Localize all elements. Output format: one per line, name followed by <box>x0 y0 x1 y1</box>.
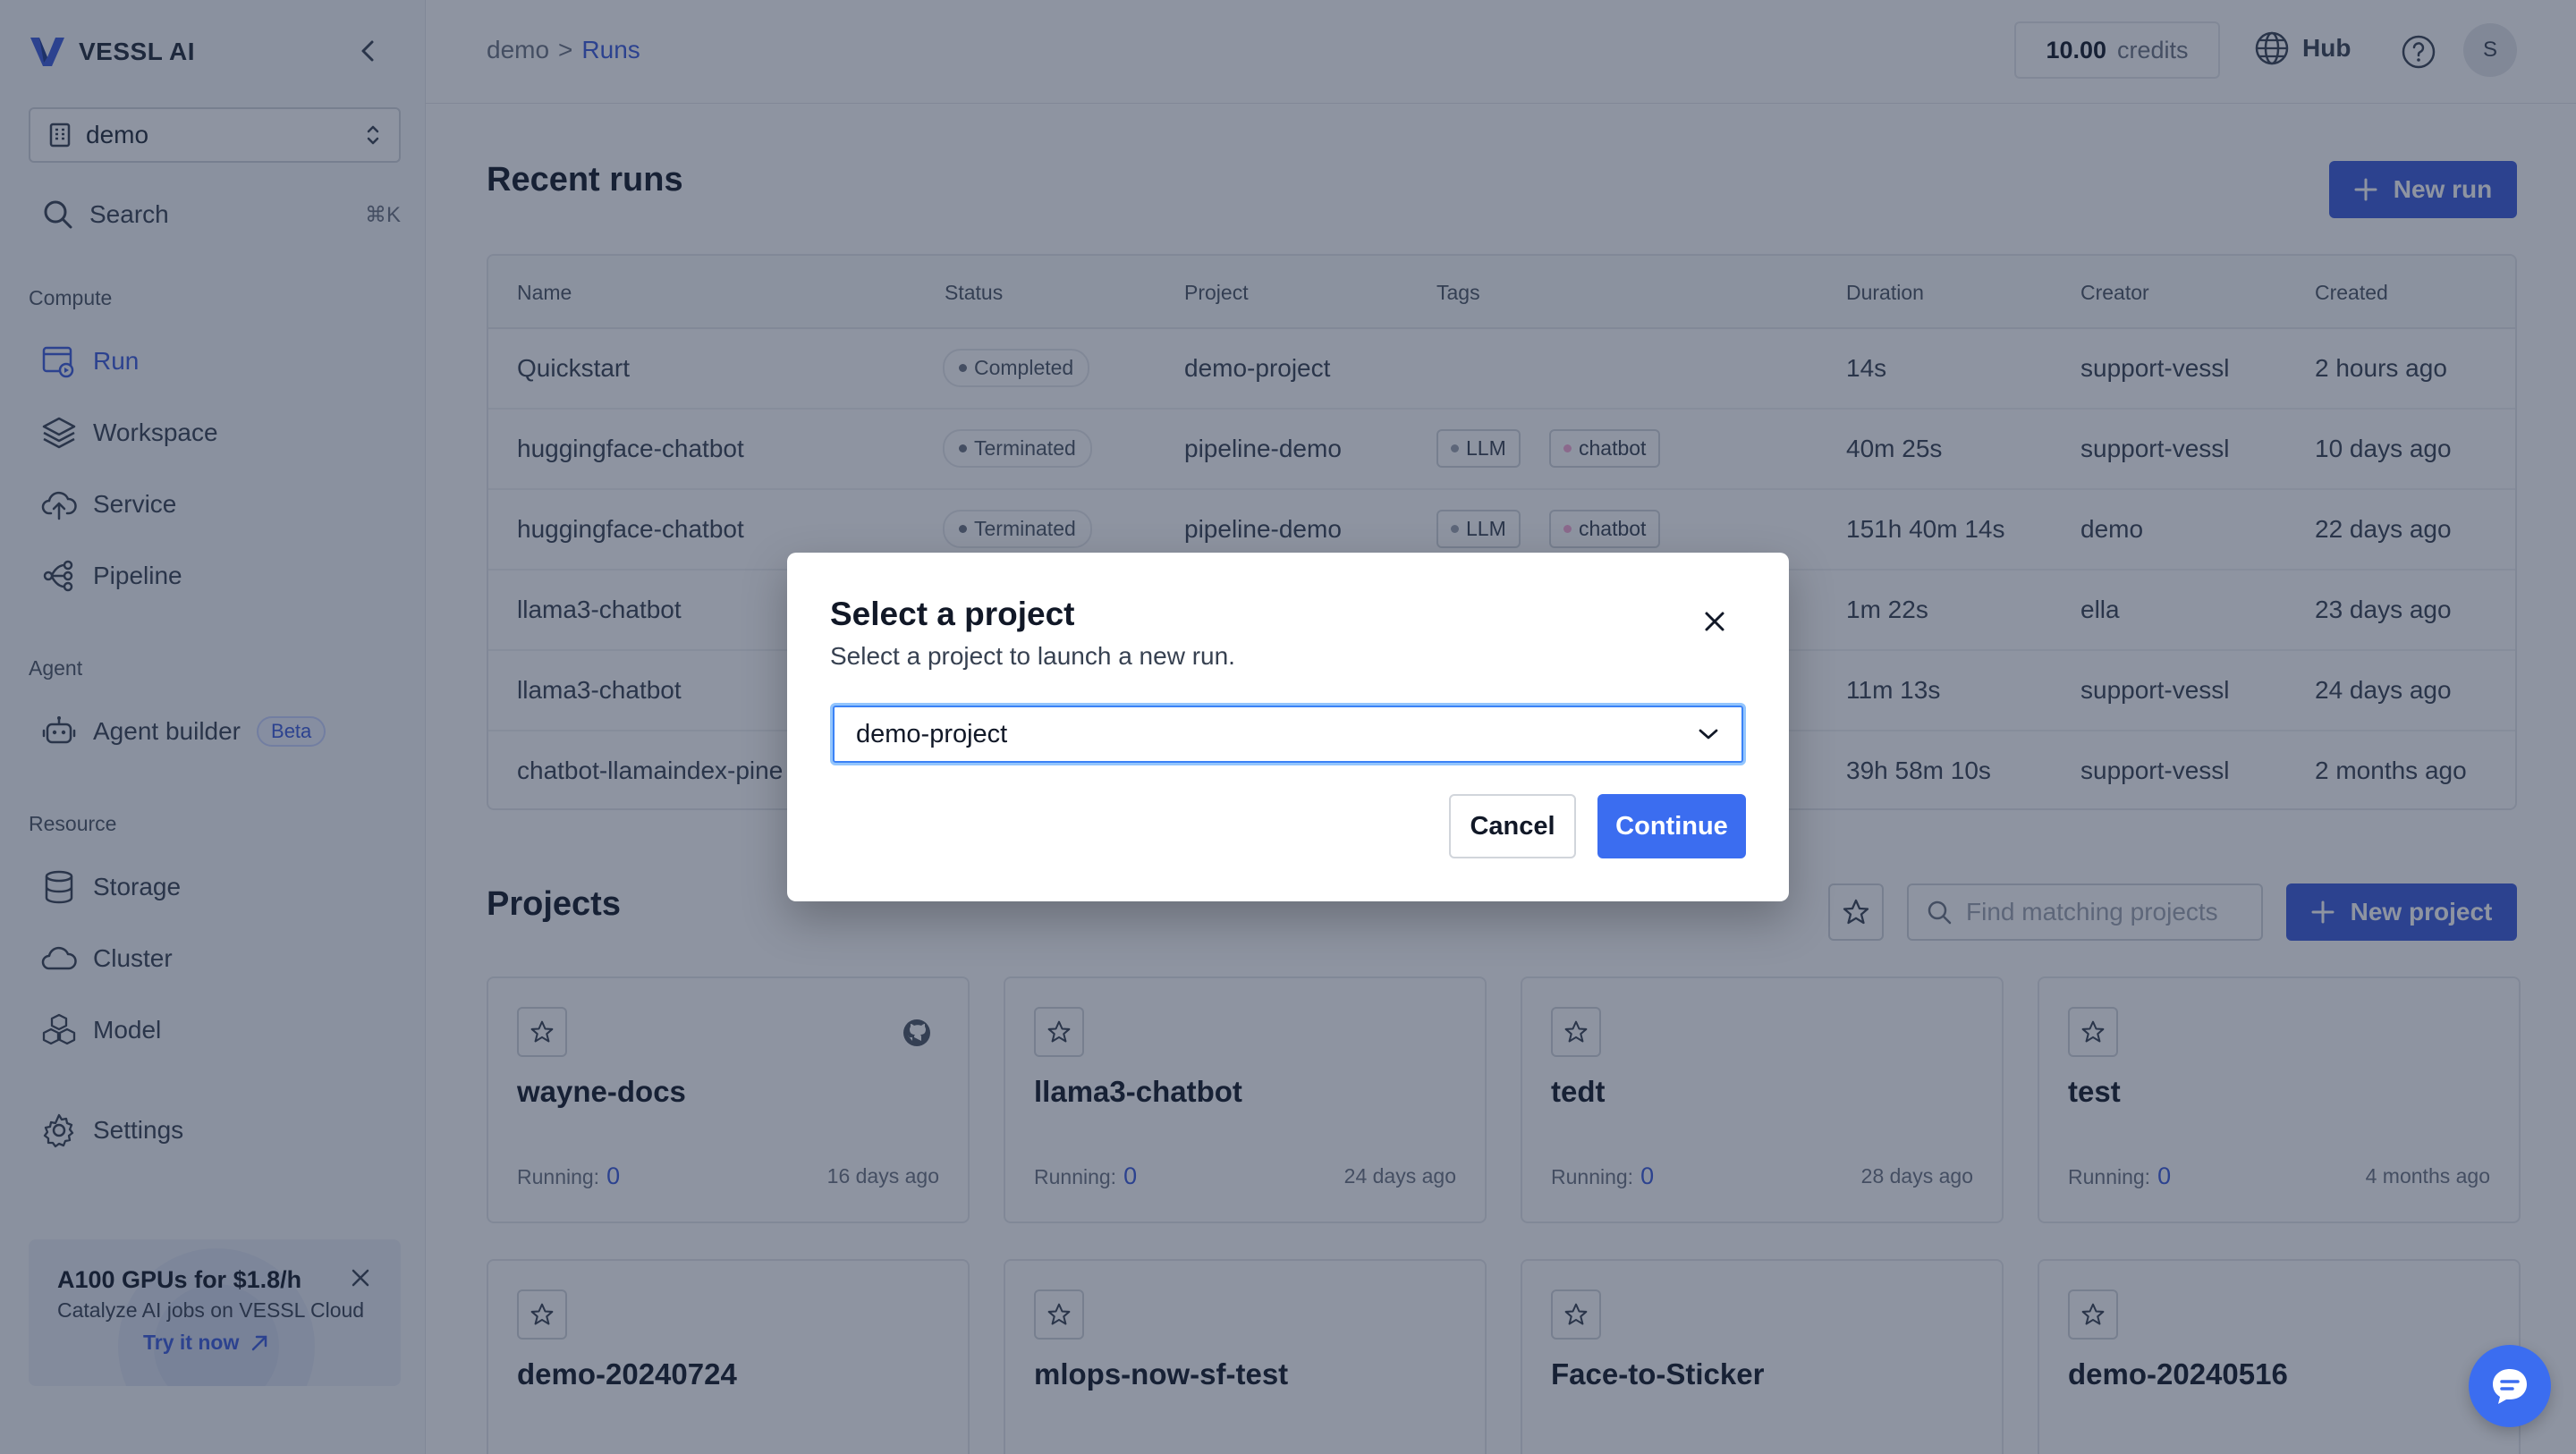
chat-support-button[interactable] <box>2469 1345 2551 1427</box>
chat-bubble-icon <box>2493 1369 2527 1404</box>
dialog-close-button[interactable] <box>1701 608 1728 635</box>
chevron-down-icon <box>1699 729 1718 740</box>
dialog-subtitle: Select a project to launch a new run. <box>830 642 1235 670</box>
select-project-dialog: Select a project Select a project to lau… <box>787 553 1789 901</box>
continue-button[interactable]: Continue <box>1597 794 1746 858</box>
close-icon <box>1705 612 1724 631</box>
project-select-value: demo-project <box>856 719 1008 748</box>
project-select[interactable]: demo-project <box>830 703 1746 765</box>
dialog-title: Select a project <box>830 596 1075 632</box>
cancel-button[interactable]: Cancel <box>1449 794 1576 858</box>
